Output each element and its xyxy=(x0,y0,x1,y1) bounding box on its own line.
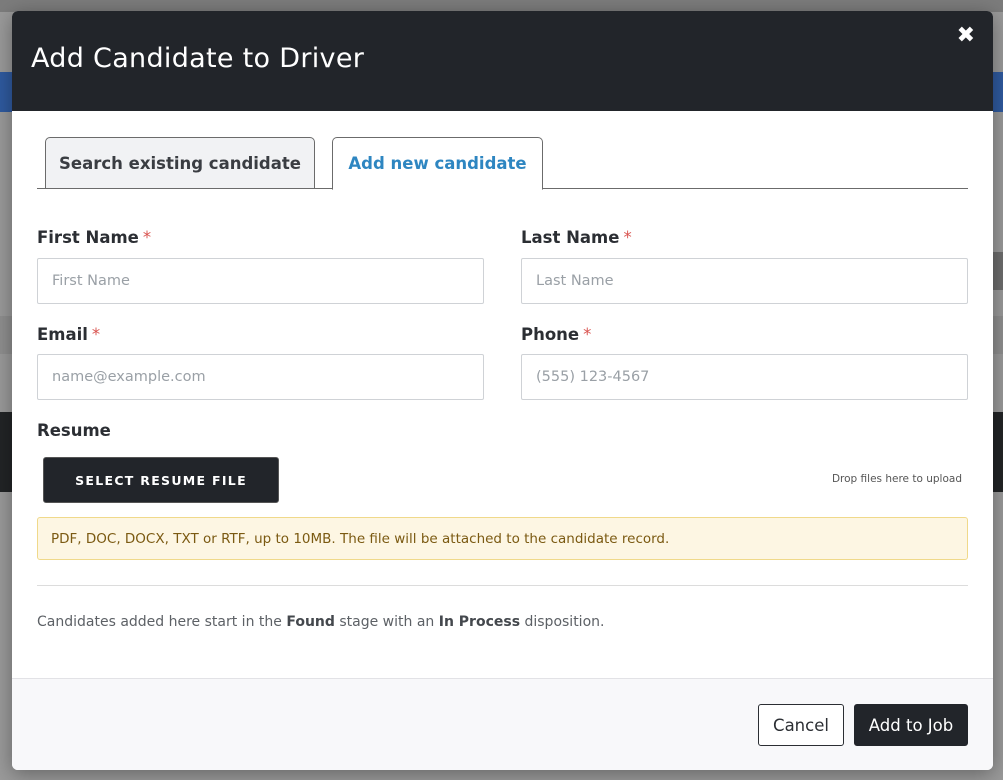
first-name-input[interactable] xyxy=(37,258,484,304)
close-icon[interactable]: ✖ xyxy=(957,25,975,47)
required-marker: * xyxy=(142,228,152,247)
disposition-name: In Process xyxy=(438,614,521,630)
email-input[interactable] xyxy=(37,354,484,400)
stage-note: Candidates added here start in the Found… xyxy=(37,614,605,630)
add-candidate-modal: Add Candidate to Driver ✖ Search existin… xyxy=(12,11,993,770)
modal-title: Add Candidate to Driver xyxy=(31,43,365,74)
required-marker: * xyxy=(583,325,592,344)
modal-header: Add Candidate to Driver ✖ xyxy=(12,11,993,111)
email-label: Email * xyxy=(37,325,101,344)
first-name-label: First Name * xyxy=(37,228,152,247)
tab-add-new[interactable]: Add new candidate xyxy=(332,137,543,190)
tab-search-existing[interactable]: Search existing candidate xyxy=(45,137,315,189)
required-marker: * xyxy=(623,228,632,247)
add-to-job-button[interactable]: Add to Job xyxy=(854,704,968,746)
phone-input[interactable] xyxy=(521,354,968,400)
tab-bar: Search existing candidate Add new candid… xyxy=(37,137,968,190)
cancel-button[interactable]: Cancel xyxy=(758,704,844,746)
modal-body: Search existing candidate Add new candid… xyxy=(12,111,993,678)
divider xyxy=(37,585,968,586)
stage-name: Found xyxy=(286,614,335,630)
required-marker: * xyxy=(91,325,101,344)
last-name-label: Last Name * xyxy=(521,228,632,247)
modal-footer: Cancel Add to Job xyxy=(12,678,993,770)
select-resume-button[interactable]: SELECT RESUME FILE xyxy=(43,457,279,503)
phone-label: Phone * xyxy=(521,325,592,344)
resume-label: Resume xyxy=(37,421,111,440)
dropzone-text[interactable]: Drop files here to upload xyxy=(832,473,962,485)
last-name-input[interactable] xyxy=(521,258,968,304)
resume-hint-alert: PDF, DOC, DOCX, TXT or RTF, up to 10MB. … xyxy=(37,517,968,560)
